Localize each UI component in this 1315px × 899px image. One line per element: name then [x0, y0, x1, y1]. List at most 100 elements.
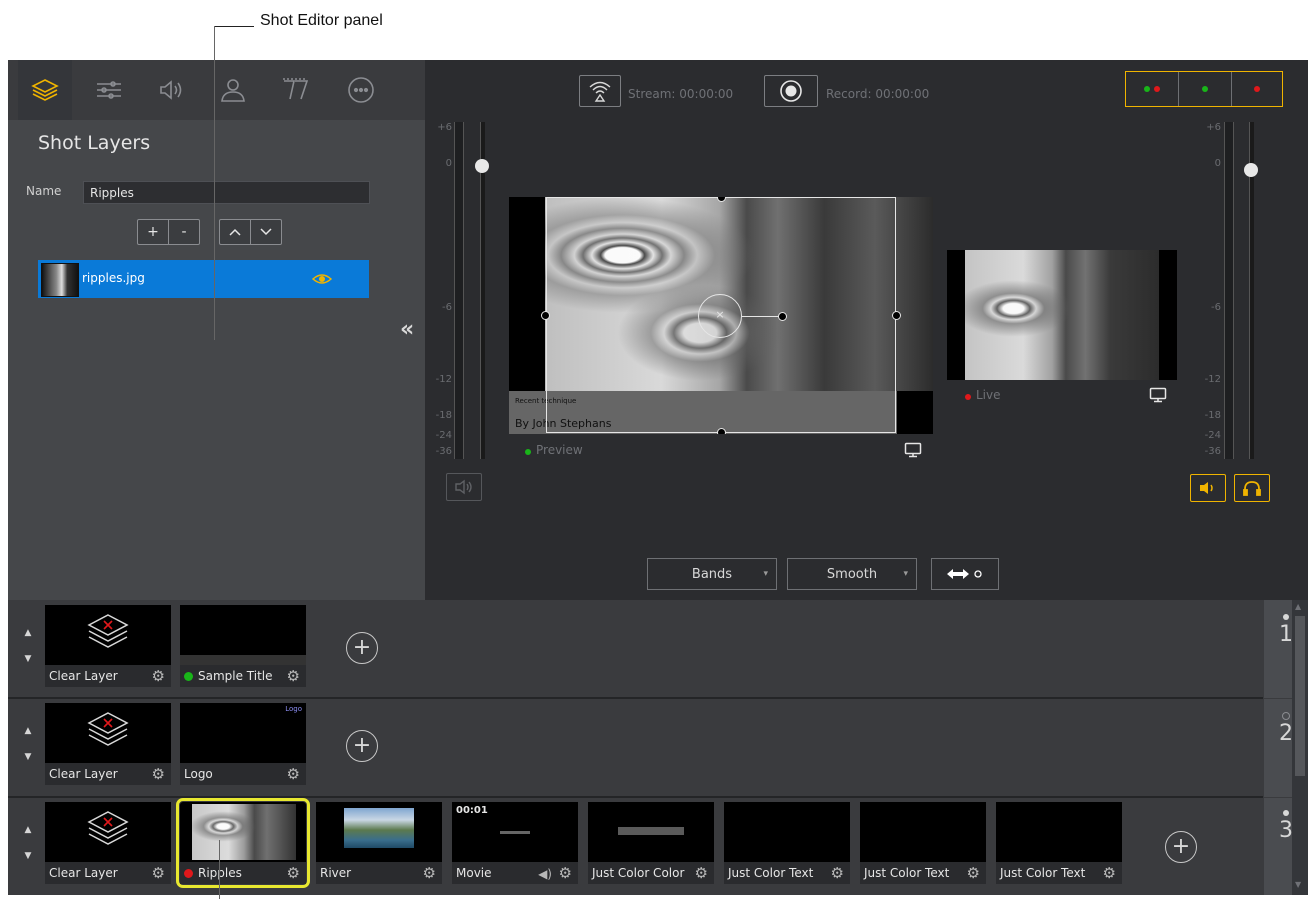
annotation-line-vertical	[214, 26, 215, 340]
shot-card[interactable]: Logo Logo ⚙	[180, 703, 306, 785]
remove-layer-button[interactable]: -	[168, 220, 199, 244]
layers-icon	[31, 79, 59, 101]
gear-icon[interactable]: ⚙	[152, 864, 165, 882]
tab-text[interactable]	[268, 60, 322, 120]
shot-card[interactable]: Clear Layer ⚙	[45, 703, 171, 785]
row-divider	[8, 796, 1263, 798]
shot-status-dot	[184, 672, 193, 681]
live-meter-label-0: 0	[1214, 158, 1221, 169]
record-button[interactable]	[764, 75, 818, 107]
layer-3-reorder[interactable]: ▲ ▼	[16, 817, 40, 869]
mode-preview-button[interactable]	[1178, 72, 1231, 106]
gear-icon[interactable]: ⚙	[287, 765, 300, 783]
live-volume-knob[interactable]	[1244, 163, 1258, 177]
layer-hidden-dot[interactable]	[1282, 712, 1290, 720]
shot-card[interactable]: Clear Layer ⚙	[45, 802, 171, 884]
add-shot-button[interactable]: +	[346, 632, 378, 664]
layer-list-item[interactable]: ripples.jpg	[38, 260, 369, 298]
stream-button[interactable]	[579, 75, 621, 107]
move-down-button[interactable]	[250, 220, 281, 244]
preview-monitor[interactable]: Recent technique By John Stephans ×	[509, 197, 933, 434]
preview-mute-button[interactable]	[446, 473, 482, 501]
eye-icon[interactable]	[312, 272, 332, 286]
gear-icon[interactable]: ⚙	[559, 864, 572, 882]
add-shot-button[interactable]: +	[346, 730, 378, 762]
scroll-up-arrow[interactable]: ▲	[1295, 602, 1301, 611]
layer-visible-dot[interactable]	[1283, 810, 1289, 816]
arrow-up-icon[interactable]: ▲	[16, 718, 40, 744]
shot-card[interactable]: Just Color Text ⚙	[860, 802, 986, 884]
transform-handle[interactable]	[717, 428, 726, 434]
scroll-down-arrow[interactable]: ▼	[1295, 880, 1301, 889]
gear-icon[interactable]: ⚙	[152, 667, 165, 685]
shot-card[interactable]: Clear Layer ⚙	[45, 605, 171, 687]
transform-handle[interactable]	[892, 311, 901, 320]
shot-editor-panel: Shot Layers Name Ripples + - ripples.jpg…	[8, 60, 425, 600]
chevron-down-icon	[260, 228, 272, 236]
annotation-line-horizontal	[214, 26, 254, 27]
arrow-down-icon[interactable]: ▼	[16, 744, 40, 770]
tab-more[interactable]	[334, 60, 388, 120]
tab-layers[interactable]	[18, 60, 72, 120]
scrollbar-thumb[interactable]	[1295, 616, 1305, 776]
arrow-down-icon[interactable]: ▼	[16, 646, 40, 672]
live-monitor[interactable]	[947, 250, 1177, 380]
transform-handle[interactable]	[541, 311, 550, 320]
add-shot-button[interactable]: +	[1165, 831, 1197, 863]
shot-name: Logo	[184, 767, 213, 781]
layer-1-reorder[interactable]: ▲ ▼	[16, 620, 40, 672]
mode-live-button[interactable]	[1231, 72, 1282, 106]
monitor-icon[interactable]	[904, 442, 922, 458]
shot-editor-tabbar	[8, 60, 425, 120]
layer-2-reorder[interactable]: ▲ ▼	[16, 718, 40, 770]
multiview-mode-group	[1125, 71, 1283, 107]
rotation-center-handle[interactable]: ×	[698, 294, 742, 338]
move-up-button[interactable]	[220, 220, 250, 244]
speaker-icon	[1200, 482, 1213, 494]
gear-icon[interactable]: ⚙	[287, 864, 300, 882]
headphones-button[interactable]	[1234, 474, 1270, 502]
transition-easing-select[interactable]: Smooth ▾	[787, 558, 917, 590]
gear-icon[interactable]: ⚙	[287, 667, 300, 685]
shot-card[interactable]: Just Color Text ⚙	[996, 802, 1122, 884]
arrow-down-icon[interactable]: ▼	[16, 843, 40, 869]
audio-icon: ◀)	[538, 867, 552, 881]
live-monitor-icon[interactable]	[1149, 387, 1167, 403]
shot-card[interactable]: River ⚙	[316, 802, 442, 884]
transition-direction-button[interactable]	[931, 558, 999, 590]
layer-visible-dot[interactable]	[1283, 614, 1289, 620]
shot-card-selected[interactable]: Ripples ⚙	[176, 798, 310, 888]
rotation-handle[interactable]	[778, 312, 787, 321]
tab-settings[interactable]	[82, 60, 136, 120]
speaker-muted-icon	[455, 479, 472, 495]
double-arrow-icon	[947, 569, 982, 579]
preview-volume-knob[interactable]	[475, 159, 489, 173]
annotation-label: Shot Editor panel	[260, 12, 383, 29]
transition-effect-select[interactable]: Bands ▾	[647, 558, 777, 590]
collapse-panel-button[interactable]: «	[400, 317, 414, 342]
arrow-up-icon[interactable]: ▲	[16, 620, 40, 646]
layer-number-text: 3	[1279, 818, 1293, 843]
reorder-group	[219, 219, 282, 245]
shot-card[interactable]: Just Color Color ⚙	[588, 802, 714, 884]
layers-scrollbar[interactable]: ▲ ▼	[1292, 600, 1308, 895]
gear-icon[interactable]: ⚙	[423, 864, 436, 882]
gear-icon[interactable]: ⚙	[1103, 864, 1116, 882]
row-divider	[8, 697, 1263, 699]
gear-icon[interactable]: ⚙	[152, 765, 165, 783]
name-input[interactable]: Ripples	[83, 181, 370, 204]
add-layer-button[interactable]: +	[138, 220, 168, 244]
live-audio-button[interactable]	[1190, 474, 1226, 502]
tab-audio[interactable]	[144, 60, 198, 120]
gear-icon[interactable]: ⚙	[831, 864, 844, 882]
shot-card[interactable]: 00:01 Movie ◀) ⚙	[452, 802, 578, 884]
add-remove-group: + -	[137, 219, 200, 245]
arrow-up-icon[interactable]: ▲	[16, 817, 40, 843]
gear-icon[interactable]: ⚙	[695, 864, 708, 882]
gear-icon[interactable]: ⚙	[967, 864, 980, 882]
shot-name: River	[320, 866, 352, 880]
shot-card[interactable]: Sample Title ⚙	[180, 605, 306, 687]
preview-status-dot	[525, 449, 531, 455]
mode-preview-live-button[interactable]	[1126, 72, 1178, 106]
shot-card[interactable]: Just Color Text ⚙	[724, 802, 850, 884]
